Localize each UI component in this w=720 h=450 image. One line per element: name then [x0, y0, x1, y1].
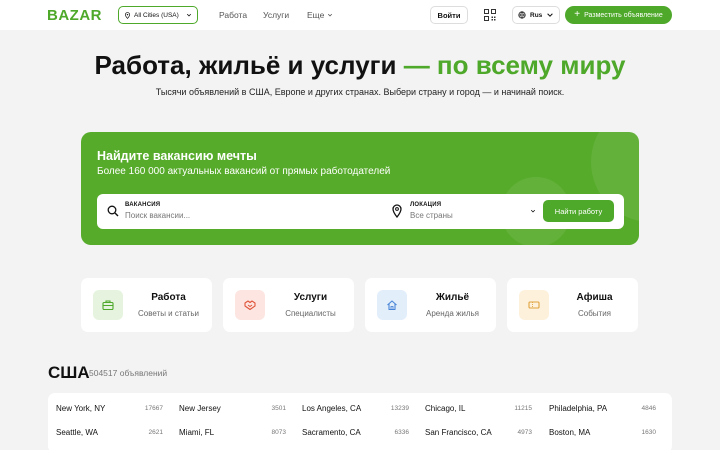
nav-services[interactable]: Услуги: [263, 10, 289, 20]
category-card-events[interactable]: Афиша События: [507, 278, 638, 332]
city-count: 13239: [390, 404, 409, 412]
city-item[interactable]: Los Angeles, CA 13239: [294, 399, 417, 417]
city-item[interactable]: Boston, MA 1630: [541, 423, 664, 441]
city-item[interactable]: Chicago, IL 11215: [417, 399, 540, 417]
city-item[interactable]: Philadelphia, PA 4846: [541, 399, 664, 417]
language-label: Rus: [530, 11, 543, 19]
hero-title-accent: — по всему миру: [403, 50, 626, 80]
category-title: Услуги: [293, 292, 328, 303]
category-title: Афиша: [576, 292, 613, 303]
city-name: Seattle, WA: [56, 427, 98, 437]
job-search-card: Найдите вакансию мечты Более 160 000 акт…: [81, 132, 639, 245]
location-select[interactable]: Все страны: [410, 211, 453, 220]
nav-jobs[interactable]: Работа: [219, 10, 247, 20]
post-ad-label: Разместить объявление: [584, 11, 663, 19]
city-select[interactable]: All Cities (USA): [118, 6, 198, 24]
chevron-down-icon[interactable]: [530, 208, 536, 214]
top-header: BAZAR All Cities (USA) Работа Услуги Еще…: [0, 0, 720, 30]
login-button[interactable]: Войти: [430, 6, 468, 24]
city-item[interactable]: New Jersey 3501: [171, 399, 294, 417]
search-icon: [107, 205, 119, 217]
nav-more-label: Еще: [307, 10, 325, 20]
chevron-down-icon: [186, 12, 192, 18]
post-ad-button[interactable]: + Разместить объявление: [565, 6, 672, 24]
city-name: San Francisco, CA: [425, 427, 492, 437]
city-count: 17667: [144, 404, 163, 412]
job-search-title: Найдите вакансию мечты: [97, 149, 257, 163]
city-item[interactable]: Miami, FL 8073: [171, 423, 294, 441]
chevron-down-icon: [327, 12, 333, 18]
city-count: 4973: [517, 428, 532, 436]
plus-icon: +: [574, 9, 581, 20]
category-subtitle: Специалисты: [285, 309, 336, 318]
city-count: 11215: [514, 404, 532, 412]
category-subtitle: Советы и статьи: [137, 309, 200, 318]
handshake-icon: [235, 290, 265, 320]
city-select-label: All Cities (USA): [134, 11, 179, 19]
city-item[interactable]: Sacramento, CA 6336: [294, 423, 417, 441]
ticket-icon: [519, 290, 549, 320]
city-list: New York, NY 17667 New Jersey 3501 Los A…: [48, 393, 672, 450]
city-name: Boston, MA: [549, 427, 591, 437]
category-card-housing[interactable]: Жильё Аренда жилья: [365, 278, 496, 332]
briefcase-icon: [93, 290, 123, 320]
globe-icon: [518, 11, 526, 19]
city-count: 4846: [641, 404, 656, 412]
category-subtitle: События: [577, 309, 612, 318]
map-pin-icon: [391, 204, 403, 218]
home-icon: [377, 290, 407, 320]
city-item[interactable]: New York, NY 17667: [48, 399, 171, 417]
location-label: ЛОКАЦИЯ: [410, 202, 442, 208]
category-subtitle: Аренда жилья: [426, 309, 479, 318]
qr-code-icon[interactable]: [484, 9, 496, 21]
city-count: 8073: [271, 428, 286, 436]
city-name: Miami, FL: [179, 427, 215, 437]
hero-title: Работа, жильё и услуги — по всему миру: [0, 50, 720, 81]
city-name: Sacramento, CA: [302, 427, 361, 437]
job-search-box: ВАКАНСИЯ Поиск вакансии... ЛОКАЦИЯ Все с…: [97, 194, 624, 229]
city-count: 1630: [641, 428, 656, 436]
job-search-subtitle: Более 160 000 актуальных вакансий от пря…: [97, 166, 391, 177]
city-name: New York, NY: [56, 403, 106, 413]
city-name: Los Angeles, CA: [302, 403, 362, 413]
find-job-button[interactable]: Найти работу: [543, 200, 614, 222]
vacancy-input[interactable]: Поиск вакансии...: [125, 211, 190, 220]
language-select[interactable]: Rus: [512, 6, 560, 24]
hero-subtitle: Тысячи объявлений в США, Европе и других…: [155, 87, 565, 97]
map-pin-icon: [124, 11, 131, 19]
city-name: Chicago, IL: [425, 403, 466, 413]
country-title[interactable]: США: [48, 363, 90, 383]
city-name: Philadelphia, PA: [549, 403, 608, 413]
category-card-services[interactable]: Услуги Специалисты: [223, 278, 354, 332]
vacancy-label: ВАКАНСИЯ: [125, 202, 161, 208]
chevron-down-icon: [546, 11, 554, 19]
logo[interactable]: BAZAR: [47, 7, 102, 24]
city-count: 3501: [271, 404, 286, 412]
category-title: Работа: [151, 292, 186, 303]
category-title: Жильё: [435, 292, 470, 303]
nav-more[interactable]: Еще: [307, 10, 333, 20]
city-item[interactable]: San Francisco, CA 4973: [417, 423, 540, 441]
city-name: New Jersey: [179, 403, 221, 413]
category-card-jobs[interactable]: Работа Советы и статьи: [81, 278, 212, 332]
hero-title-main: Работа, жильё и услуги: [94, 50, 397, 80]
city-item[interactable]: Seattle, WA 2621: [48, 423, 171, 441]
country-ad-count: 504517 объявлений: [89, 368, 168, 378]
city-count: 2621: [148, 428, 163, 436]
city-count: 6336: [394, 428, 409, 436]
